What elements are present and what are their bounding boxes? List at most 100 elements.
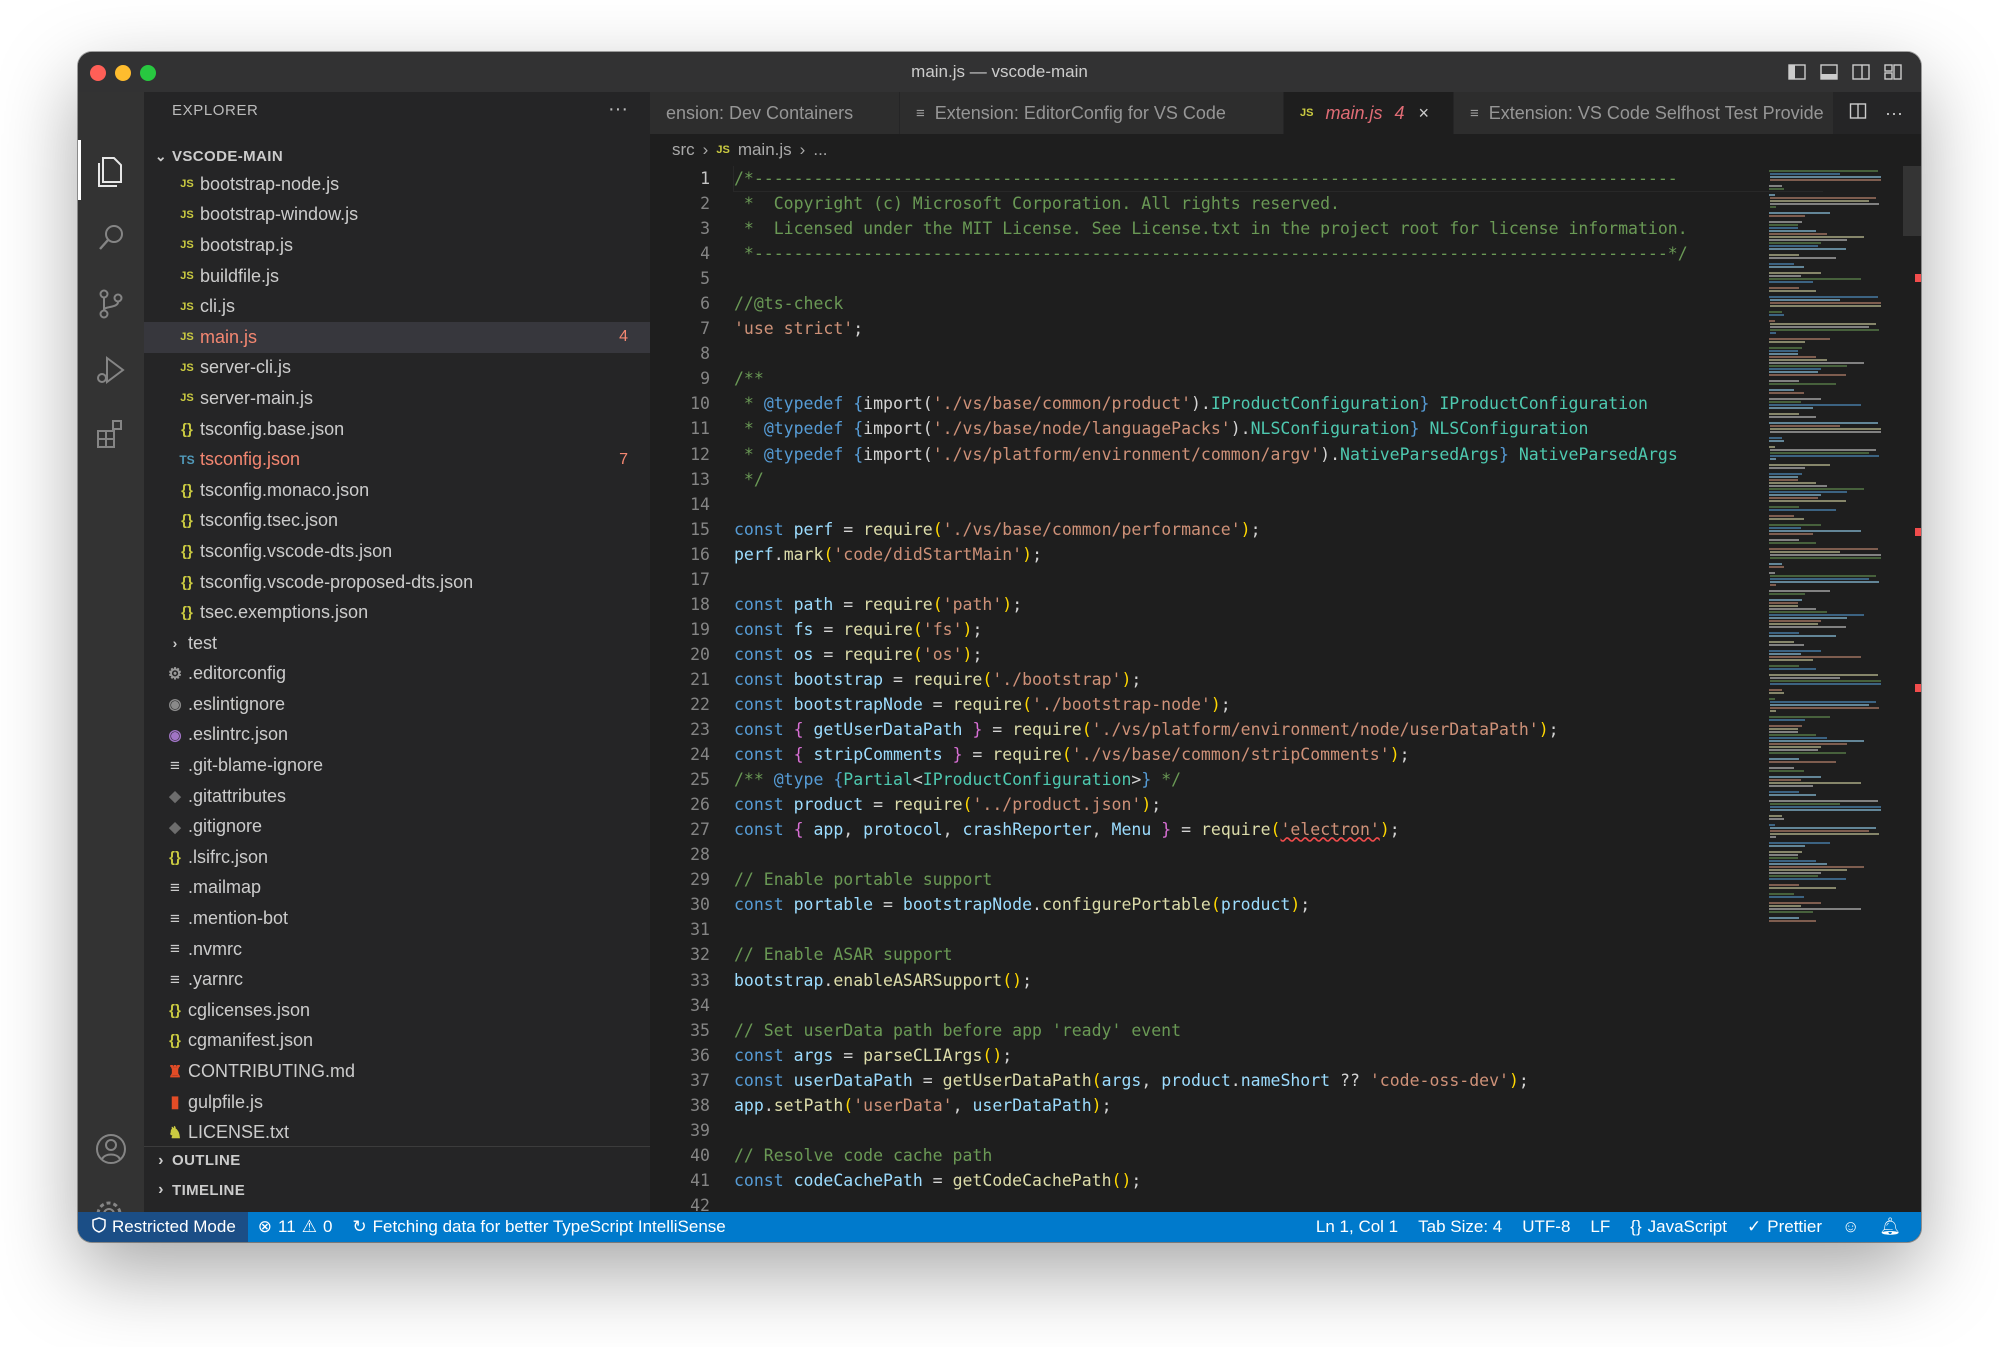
code-line[interactable]: const portable = bootstrapNode.configure… — [734, 892, 1823, 917]
file-item[interactable]: ◉ .eslintrc.json — [144, 720, 650, 751]
file-item[interactable]: ♜ CONTRIBUTING.md — [144, 1056, 650, 1087]
source-control-icon[interactable] — [91, 284, 131, 324]
code-line[interactable]: const os = require('os'); — [734, 642, 1823, 667]
file-item[interactable]: ≡ .yarnrc — [144, 964, 650, 995]
code-line[interactable]: *---------------------------------------… — [734, 241, 1823, 266]
code-line[interactable]: ​ — [734, 266, 1823, 291]
minimize-window-button[interactable] — [115, 65, 131, 81]
code-line[interactable]: //@ts-check — [734, 291, 1823, 316]
feedback-icon[interactable]: ☺ — [1832, 1217, 1869, 1237]
file-item[interactable]: ≡ .git-blame-ignore — [144, 750, 650, 781]
code-line[interactable]: ​ — [734, 567, 1823, 592]
file-item[interactable]: JS bootstrap-node.js — [144, 169, 650, 200]
code-line[interactable]: const perf = require('./vs/base/common/p… — [734, 517, 1823, 542]
typescript-status[interactable]: ↻ Fetching data for better TypeScript In… — [342, 1217, 735, 1237]
code-line[interactable]: /** — [734, 366, 1823, 391]
file-item[interactable]: ≡ .mention-bot — [144, 903, 650, 934]
toggle-panel-icon[interactable] — [1819, 62, 1839, 82]
file-item[interactable]: TS tsconfig.json 7 — [144, 444, 650, 475]
file-item[interactable]: {} tsconfig.monaco.json — [144, 475, 650, 506]
code-line[interactable]: ​ — [734, 341, 1823, 366]
code-line[interactable]: const codeCachePath = getCodeCachePath()… — [734, 1168, 1823, 1193]
folder-root-header[interactable]: ⌄ VSCODE-MAIN — [150, 142, 283, 170]
file-item[interactable]: JS server-cli.js — [144, 353, 650, 384]
file-item[interactable]: {} tsconfig.tsec.json — [144, 506, 650, 537]
prettier-status[interactable]: ✓ Prettier — [1737, 1217, 1832, 1237]
code-line[interactable]: ​ — [734, 917, 1823, 942]
code-line[interactable]: const { getUserDataPath } = require('./v… — [734, 717, 1823, 742]
code-line[interactable]: // Set userData path before app 'ready' … — [734, 1018, 1823, 1043]
zoom-window-button[interactable] — [140, 65, 156, 81]
file-item[interactable]: {} tsconfig.base.json — [144, 414, 650, 445]
code-line[interactable]: */ — [734, 467, 1823, 492]
code-line[interactable]: ​ — [734, 1193, 1823, 1212]
code-line[interactable]: perf.mark('code/didStartMain'); — [734, 542, 1823, 567]
code-line[interactable]: app.setPath('userData', userDataPath); — [734, 1093, 1823, 1118]
code-line[interactable]: ​ — [734, 1118, 1823, 1143]
end-of-line[interactable]: LF — [1580, 1217, 1620, 1237]
code-line[interactable]: const bootstrap = require('./bootstrap')… — [734, 667, 1823, 692]
minimap[interactable] — [1761, 166, 1903, 1212]
code-line[interactable]: * Licensed under the MIT License. See Li… — [734, 216, 1823, 241]
file-item[interactable]: ♞ LICENSE.txt — [144, 1117, 650, 1148]
close-tab-icon[interactable]: × — [1419, 103, 1430, 124]
file-item[interactable]: ≡ .mailmap — [144, 873, 650, 904]
code-line[interactable]: 'use strict'; — [734, 316, 1823, 341]
code-line[interactable]: const { stripComments } = require('./vs/… — [734, 742, 1823, 767]
file-item[interactable]: JS bootstrap.js — [144, 230, 650, 261]
file-item[interactable]: {} cgmanifest.json — [144, 1026, 650, 1057]
accounts-icon[interactable] — [91, 1129, 131, 1169]
outline-section-header[interactable]: › OUTLINE — [144, 1146, 650, 1174]
code-line[interactable]: const { app, protocol, crashReporter, Me… — [734, 817, 1823, 842]
file-item[interactable]: ◆ .gitignore — [144, 811, 650, 842]
file-item[interactable]: {} tsconfig.vscode-dts.json — [144, 536, 650, 567]
code-line[interactable]: bootstrap.enableASARSupport(); — [734, 968, 1823, 993]
tab-main-js[interactable]: JS main.js 4 × — [1284, 92, 1454, 134]
tab-selfhost-test-provider[interactable]: ≡ Extension: VS Code Selfhost Test Provi… — [1454, 92, 1834, 134]
file-item[interactable]: JS bootstrap-window.js — [144, 200, 650, 231]
file-item[interactable]: {} tsec.exemptions.json — [144, 597, 650, 628]
encoding[interactable]: UTF-8 — [1512, 1217, 1580, 1237]
code-content[interactable]: /*--------------------------------------… — [733, 166, 1823, 1212]
file-item[interactable]: JS buildfile.js — [144, 261, 650, 292]
scrollbar-thumb[interactable] — [1903, 166, 1921, 236]
breadcrumb-symbol[interactable]: ... — [813, 140, 827, 160]
file-item[interactable]: {} tsconfig.vscode-proposed-dts.json — [144, 567, 650, 598]
code-line[interactable]: // Resolve code cache path — [734, 1143, 1823, 1168]
notifications-bell-icon[interactable]: 🔔︎ — [1869, 1217, 1911, 1237]
timeline-section-header[interactable]: › TIMELINE — [144, 1176, 650, 1204]
breadcrumb-folder[interactable]: src — [672, 140, 695, 160]
close-window-button[interactable] — [90, 65, 106, 81]
cursor-position[interactable]: Ln 1, Col 1 — [1306, 1217, 1408, 1237]
folder-item-test[interactable]: › test — [144, 628, 650, 659]
code-line[interactable]: const args = parseCLIArgs(); — [734, 1043, 1823, 1068]
code-line[interactable]: ​ — [734, 492, 1823, 517]
more-actions-icon[interactable]: ··· — [1885, 103, 1903, 124]
split-editor-icon[interactable] — [1849, 102, 1867, 125]
code-line[interactable]: ​ — [734, 993, 1823, 1018]
file-item[interactable]: ▮ gulpfile.js — [144, 1087, 650, 1118]
code-line[interactable]: * Copyright (c) Microsoft Corporation. A… — [734, 191, 1823, 216]
code-line[interactable]: ​ — [734, 842, 1823, 867]
toggle-primary-sidebar-icon[interactable] — [1787, 62, 1807, 82]
code-line[interactable]: /** @type {Partial<IProductConfiguration… — [734, 767, 1823, 792]
file-item[interactable]: ◆ .gitattributes — [144, 781, 650, 812]
tab-size[interactable]: Tab Size: 4 — [1408, 1217, 1512, 1237]
code-line[interactable]: const product = require('../product.json… — [734, 792, 1823, 817]
extensions-icon[interactable] — [91, 414, 131, 454]
code-line[interactable]: const fs = require('fs'); — [734, 617, 1823, 642]
explorer-icon[interactable] — [91, 150, 131, 190]
code-line[interactable]: // Enable ASAR support — [734, 942, 1823, 967]
file-item[interactable]: JS server-main.js — [144, 383, 650, 414]
search-icon[interactable] — [91, 218, 131, 258]
explorer-more-actions-icon[interactable]: ··· — [608, 98, 628, 121]
file-item-selected[interactable]: JS main.js 4 — [144, 321, 650, 353]
code-editor[interactable]: 1 2 3 4 5 6 7 8 9 10 11 12 13 14 15 16 17 18 19 20 21 22 23 24 2… — [650, 166, 1823, 1212]
file-item[interactable]: {} .lsifrc.json — [144, 842, 650, 873]
toggle-secondary-sidebar-icon[interactable] — [1851, 62, 1871, 82]
customize-layout-icon[interactable] — [1883, 62, 1903, 82]
language-mode[interactable]: {} JavaScript — [1620, 1217, 1737, 1237]
code-line[interactable]: const userDataPath = getUserDataPath(arg… — [734, 1068, 1823, 1093]
file-item[interactable]: ≡ .nvmrc — [144, 934, 650, 965]
code-line[interactable]: const path = require('path'); — [734, 592, 1823, 617]
